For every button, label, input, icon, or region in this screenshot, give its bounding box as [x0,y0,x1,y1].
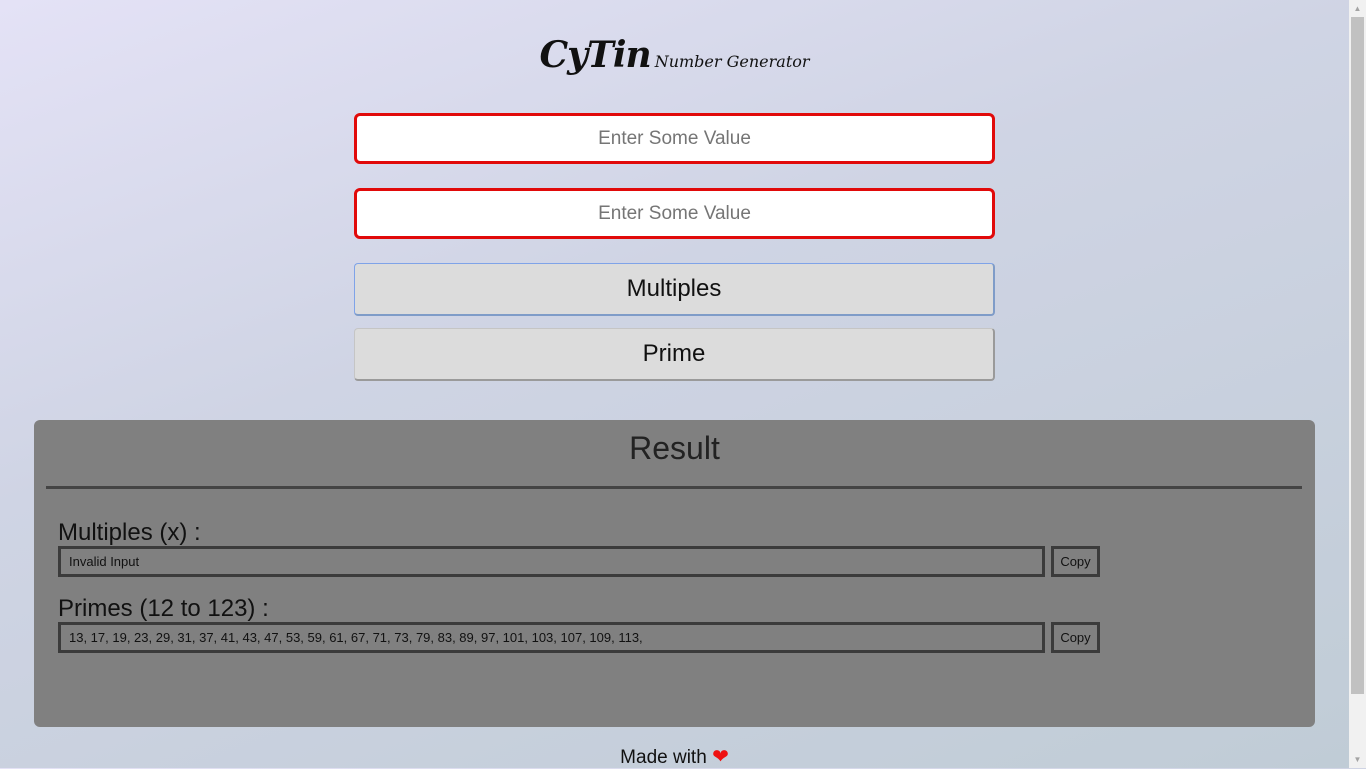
scroll-down-arrow-icon[interactable]: ▼ [1349,751,1366,768]
result-title: Result [629,430,720,466]
second-value-input[interactable] [354,188,995,239]
result-panel: Result Multiples (x) : Copy Primes (12 t… [34,420,1315,727]
multiples-result-field[interactable] [58,546,1045,577]
multiples-label: Multiples (x) : [58,519,201,546]
multiples-button[interactable]: Multiples [354,263,995,316]
prime-button[interactable]: Prime [354,328,995,381]
copy-multiples-button[interactable]: Copy [1051,546,1100,577]
copy-primes-button[interactable]: Copy [1051,622,1100,653]
result-divider [46,486,1302,489]
first-value-input[interactable] [354,113,995,164]
primes-result-field[interactable] [58,622,1045,653]
scrollbar[interactable]: ▲ ▼ [1349,0,1366,768]
scrollbar-thumb[interactable] [1351,17,1364,694]
brand-name: CyTin [539,34,651,76]
primes-label: Primes (12 to 123) : [58,595,269,622]
scroll-up-arrow-icon[interactable]: ▲ [1349,0,1366,17]
brand-subtitle: Number Generator [654,52,810,71]
footer-text: Made with [620,747,707,768]
brand-logo: CyTin Number Generator [0,34,1349,76]
heart-icon: ❤ [712,746,729,768]
footer: Made with ❤ [0,744,1349,769]
